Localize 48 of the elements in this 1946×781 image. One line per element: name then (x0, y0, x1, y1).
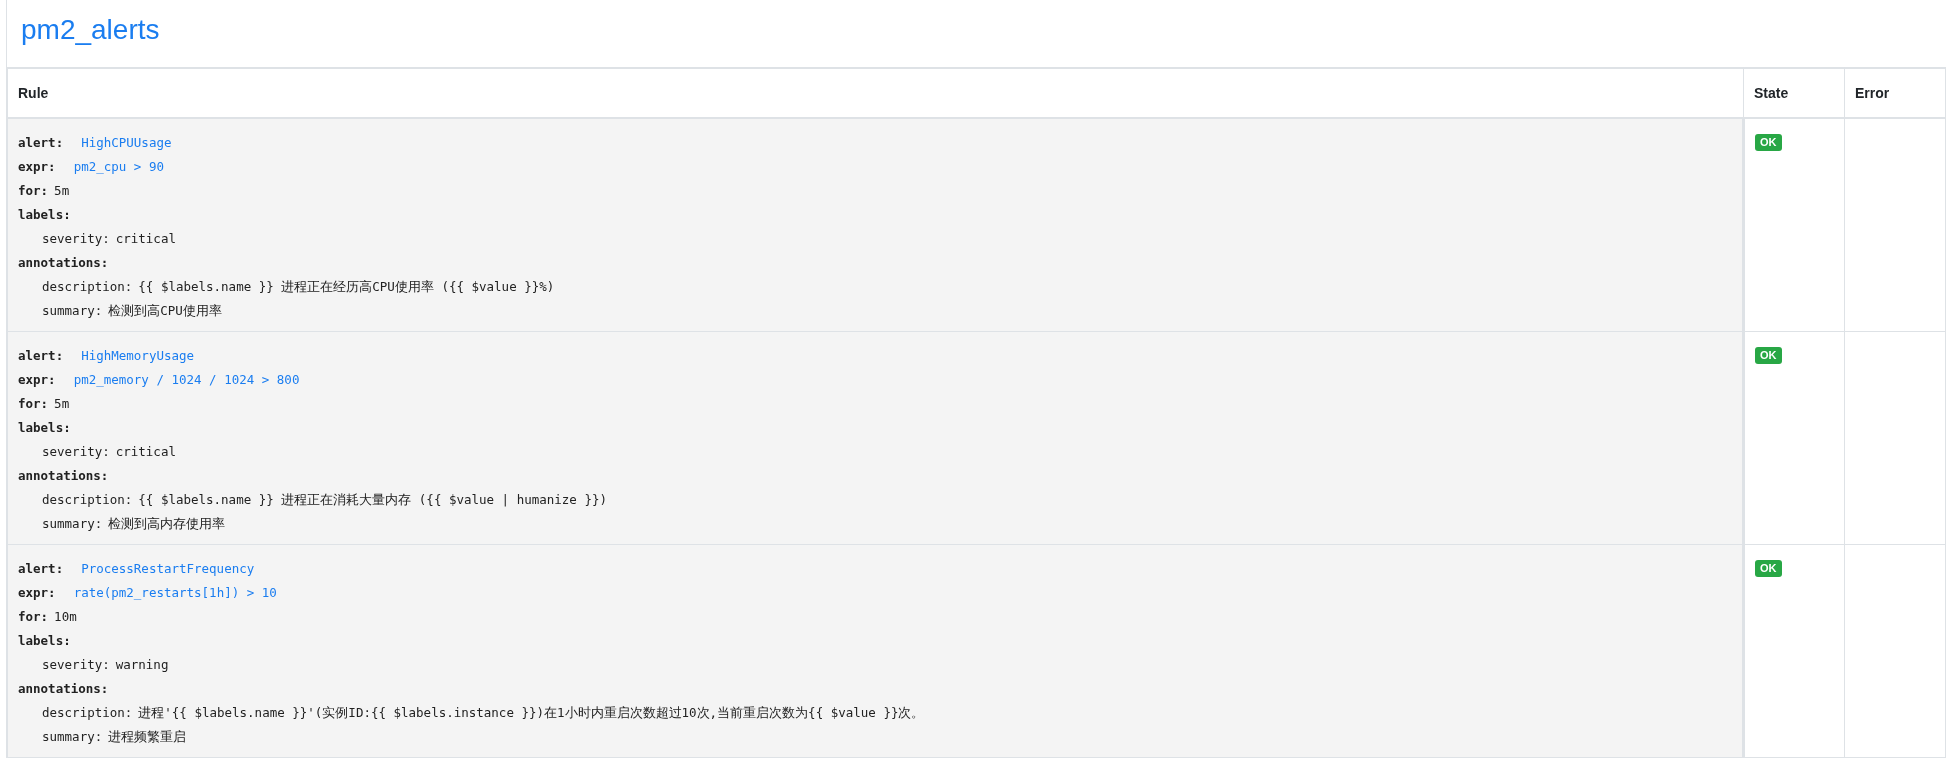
field-value: HighCPUUsage (81, 135, 172, 150)
entry-key: severity: (42, 657, 110, 672)
column-header: Error (1844, 69, 1946, 118)
section-key: labels: (18, 207, 71, 222)
field-value: pm2_cpu > 90 (73, 159, 164, 174)
field-key: expr: (18, 372, 56, 387)
state-badge: OK (1755, 560, 1782, 577)
entry-value: 进程'{{ $labels.name }}'(实例ID:{{ $labels.instance }})在1小时内重启次数超过10次,当前重启次数为{{ $value }}次。 (138, 705, 925, 720)
field-key: expr: (18, 159, 56, 174)
entry-value: critical (115, 231, 176, 246)
section-key: labels: (18, 420, 71, 435)
entry-key: description: (42, 492, 133, 507)
field-value: 10m (54, 609, 77, 624)
entry-key: description: (42, 705, 133, 720)
entry-key: summary: (42, 516, 103, 531)
field-key: for: (18, 396, 49, 411)
entry-value: warning (115, 657, 169, 672)
entry-value: 检测到高CPU使用率 (108, 303, 222, 318)
column-header: State (1743, 69, 1845, 118)
field-key: for: (18, 183, 49, 198)
entry-key: summary: (42, 303, 103, 318)
section-key: annotations: (18, 255, 109, 270)
field-value: pm2_memory / 1024 / 1024 > 800 (73, 372, 300, 387)
field-key: alert: (18, 561, 64, 576)
entry-value: {{ $labels.name }} 进程正在消耗大量内存 ({{ $value | humanize }}) (138, 492, 607, 507)
field-value: ProcessRestartFrequency (81, 561, 255, 576)
entry-key: severity: (42, 444, 110, 459)
field-key: alert: (18, 135, 64, 150)
section-key: labels: (18, 633, 71, 648)
field-value: rate(pm2_restarts[1h]) > 10 (73, 585, 277, 600)
group-title: pm2_alerts (7, 0, 1946, 69)
field-key: alert: (18, 348, 64, 363)
entry-value: 检测到高内存使用率 (108, 516, 226, 531)
state-badge: OK (1755, 134, 1782, 151)
entry-value: {{ $labels.name }} 进程正在经历高CPU使用率 ({{ $value }}%) (138, 279, 555, 294)
field-key: for: (18, 609, 49, 624)
entry-key: severity: (42, 231, 110, 246)
entry-value: critical (115, 444, 176, 459)
field-key: expr: (18, 585, 56, 600)
field-value: 5m (54, 396, 70, 411)
section-key: annotations: (18, 468, 109, 483)
state-badge: OK (1755, 347, 1782, 364)
entry-key: description: (42, 279, 133, 294)
entry-value: 进程频繁重启 (108, 729, 187, 744)
entry-key: summary: (42, 729, 103, 744)
field-value: HighMemoryUsage (81, 348, 195, 363)
section-key: annotations: (18, 681, 109, 696)
field-value: 5m (54, 183, 70, 198)
